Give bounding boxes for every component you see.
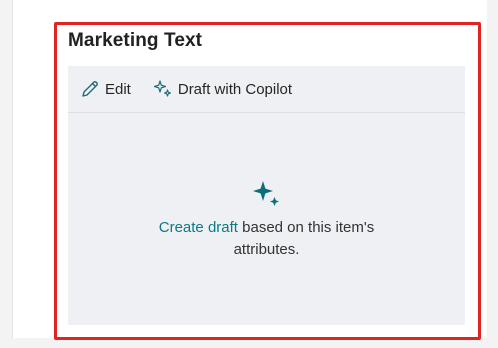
highlight-frame bbox=[54, 22, 481, 340]
page: Marketing Text Edit Draft with Copilot C… bbox=[0, 0, 498, 348]
